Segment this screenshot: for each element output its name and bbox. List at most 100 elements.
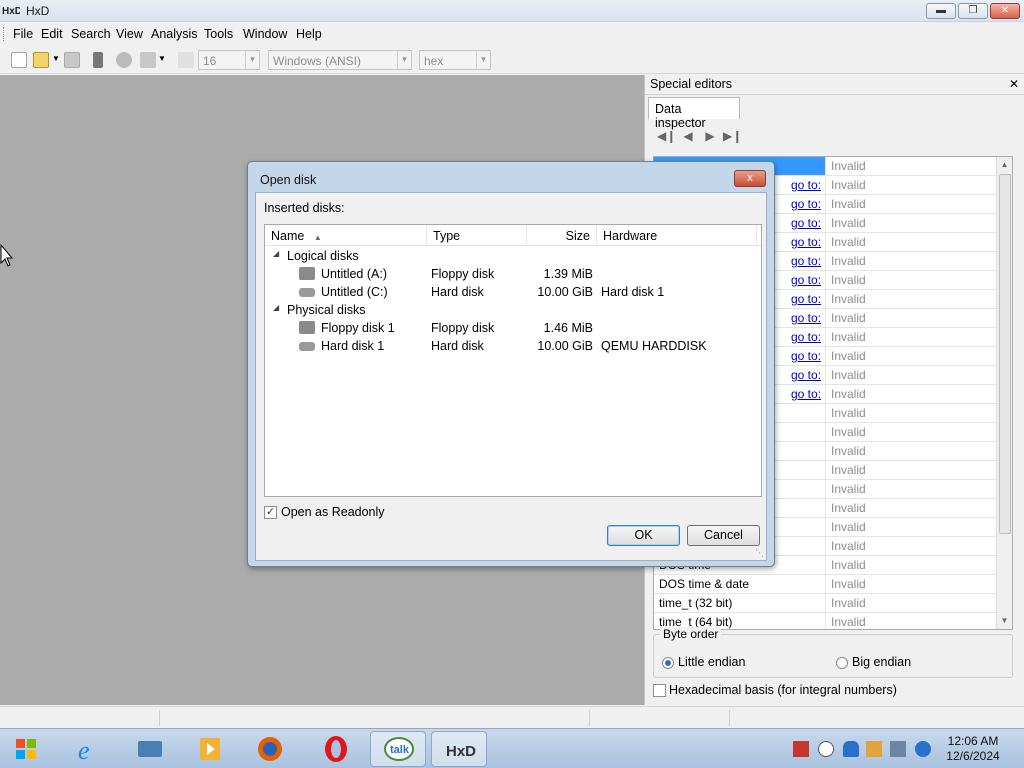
taskbar-clock[interactable]: 12:06 AM 12/6/2024 [940,734,1006,764]
readonly-label[interactable]: Open as Readonly [281,505,385,519]
inspector-field-value[interactable]: Invalid [826,252,998,270]
taskbar-google-talk[interactable]: talk [370,731,426,767]
inspector-field-value[interactable]: Invalid [826,480,998,498]
dialog-close-button[interactable]: x [734,170,766,187]
inspector-field-value[interactable]: Invalid [826,195,998,213]
disk-list[interactable]: Name ▲ Type Size Hardware ◢ Logical disk… [264,224,762,497]
resize-grip-icon[interactable]: ⋱ [755,548,764,559]
inspector-row[interactable]: time_t (32 bit) Invalid [654,594,998,613]
menu-search[interactable]: Search [71,27,111,41]
go-to-link[interactable]: go to: [791,387,821,401]
inspector-field-value[interactable]: Invalid [826,309,998,327]
inspector-field-value[interactable]: Invalid [826,157,998,175]
new-file-icon[interactable] [11,52,27,68]
charset-combo[interactable]: Windows (ANSI) ▼ [268,50,412,70]
column-size[interactable]: Size [527,225,597,246]
inspector-field-value[interactable]: Invalid [826,442,998,460]
menu-edit[interactable]: Edit [41,27,63,41]
little-endian-label[interactable]: Little endian [678,655,745,669]
collapse-triangle-icon[interactable]: ◢ [273,303,279,312]
save-icon[interactable] [64,52,80,68]
taskbar-firefox[interactable] [242,731,298,767]
cloud-icon[interactable] [843,741,859,757]
go-to-link[interactable]: go to: [791,197,821,211]
hxd-app-icon[interactable]: HxD [2,3,22,17]
scroll-up-icon[interactable]: ▲ [997,157,1012,173]
inspector-field-value[interactable]: Invalid [826,176,998,194]
disk-row[interactable]: Untitled (A:) Floppy disk 1.39 MiB [265,265,761,283]
readonly-checkbox[interactable]: ✓ [264,506,277,519]
inspector-field-value[interactable]: Invalid [826,594,998,612]
close-file-icon[interactable] [93,52,103,68]
go-to-link[interactable]: go to: [791,235,821,249]
group-row[interactable]: ◢ Logical disks [265,247,761,265]
taskbar-opera[interactable] [308,731,364,767]
close-button[interactable]: ✕ [990,3,1020,19]
previous-icon[interactable]: ◀ [679,127,697,145]
grid-scrollbar[interactable]: ▲ ▼ [996,157,1012,629]
minimize-button[interactable]: ▬ [926,3,956,19]
first-icon[interactable]: ◀❙ [657,127,676,145]
inspector-row[interactable]: DOS time & date Invalid [654,575,998,594]
hex-basis-label[interactable]: Hexadecimal basis (for integral numbers) [669,683,897,697]
devices-icon[interactable] [866,741,882,757]
inspector-field-value[interactable]: Invalid [826,328,998,346]
bytes-per-row-combo[interactable]: 16 ▼ [198,50,260,70]
menu-analysis[interactable]: Analysis [151,27,198,41]
volume-icon[interactable] [915,741,931,757]
inspector-field-value[interactable]: Invalid [826,461,998,479]
scroll-down-icon[interactable]: ▼ [997,613,1012,629]
open-ram-icon[interactable] [140,52,156,68]
go-to-link[interactable]: go to: [791,254,821,268]
ok-button[interactable]: OK [607,525,680,546]
disk-row[interactable]: Hard disk 1 Hard disk 10.00 GiB QEMU HAR… [265,337,761,355]
offset-base-combo[interactable]: hex ▼ [419,50,491,70]
inspector-field-value[interactable]: Invalid [826,575,998,593]
column-type[interactable]: Type [427,225,527,246]
scroll-thumb[interactable] [999,174,1011,534]
collapse-triangle-icon[interactable]: ◢ [273,249,279,258]
maximize-button[interactable]: ❐ [958,3,988,19]
column-name[interactable]: Name ▲ [265,225,427,246]
inspector-field-value[interactable]: Invalid [826,556,998,574]
next-icon[interactable]: ▶ [701,127,719,145]
open-disk-icon[interactable] [116,52,132,68]
inspector-field-value[interactable]: Invalid [826,423,998,441]
menu-tools[interactable]: Tools [204,27,233,41]
taskbar-media-player[interactable] [182,731,238,767]
start-button[interactable] [4,731,48,767]
go-to-link[interactable]: go to: [791,330,821,344]
go-to-link[interactable]: go to: [791,178,821,192]
chat-icon[interactable] [818,741,834,757]
menu-help[interactable]: Help [296,27,322,41]
inspector-field-value[interactable]: Invalid [826,233,998,251]
menu-window[interactable]: Window [243,27,287,41]
taskbar-folder[interactable] [122,731,178,767]
menu-view[interactable]: View [116,27,143,41]
disk-row[interactable]: Floppy disk 1 Floppy disk 1.46 MiB [265,319,761,337]
disk-row[interactable]: Untitled (C:) Hard disk 10.00 GiB Hard d… [265,283,761,301]
cancel-button[interactable]: Cancel [687,525,760,546]
little-endian-radio[interactable] [662,657,674,669]
inspector-field-value[interactable]: Invalid [826,385,998,403]
tab-data-inspector[interactable]: Data inspector [648,97,740,130]
go-to-link[interactable]: go to: [791,292,821,306]
open-folder-icon[interactable] [33,52,49,68]
go-to-link[interactable]: go to: [791,368,821,382]
go-to-link[interactable]: go to: [791,349,821,363]
hex-basis-checkbox[interactable] [653,684,666,697]
taskbar-internet-explorer[interactable]: e [62,731,118,767]
inspector-field-value[interactable]: Invalid [826,537,998,555]
group-row[interactable]: ◢ Physical disks [265,301,761,319]
inspector-field-value[interactable]: Invalid [826,613,998,629]
inspector-field-value[interactable]: Invalid [826,290,998,308]
open-dropdown-icon[interactable]: ▼ [52,54,60,63]
big-endian-radio[interactable] [836,657,848,669]
column-hardware[interactable]: Hardware [597,225,757,246]
inspector-field-value[interactable]: Invalid [826,347,998,365]
go-to-link[interactable]: go to: [791,311,821,325]
inspector-field-value[interactable]: Invalid [826,214,998,232]
last-icon[interactable]: ▶❙ [723,127,742,145]
panel-close-icon[interactable]: ✕ [1009,77,1019,91]
big-endian-label[interactable]: Big endian [852,655,911,669]
